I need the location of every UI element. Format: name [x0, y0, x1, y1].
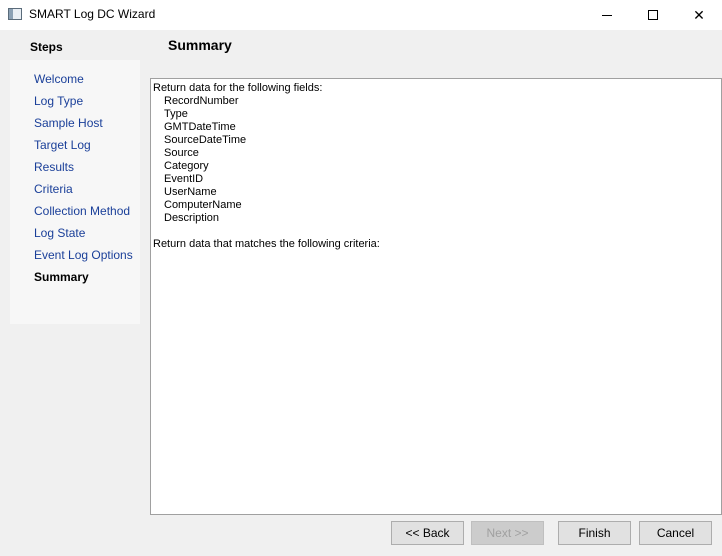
step-sample-host[interactable]: Sample Host: [34, 116, 103, 130]
steps-sidebar: Steps Welcome Log Type Sample Host Targe…: [0, 30, 150, 556]
steps-list: Welcome Log Type Sample Host Target Log …: [10, 60, 140, 324]
step-log-type[interactable]: Log Type: [34, 94, 83, 108]
summary-text-area[interactable]: Return data for the following fields: Re…: [150, 78, 722, 515]
minimize-icon: [602, 14, 612, 16]
minimize-button[interactable]: [584, 0, 630, 30]
criteria-intro-text: Return data that matches the following c…: [153, 238, 380, 250]
back-button[interactable]: << Back: [391, 521, 464, 545]
page-title: Summary: [168, 37, 232, 53]
step-collection-method[interactable]: Collection Method: [34, 204, 130, 218]
field-item: Type: [164, 108, 188, 120]
close-icon: ✕: [693, 6, 705, 23]
next-button[interactable]: Next >>: [471, 521, 544, 545]
field-item: GMTDateTime: [164, 121, 236, 133]
title-bar: SMART Log DC Wizard ✕: [0, 0, 722, 30]
maximize-icon: [648, 10, 658, 20]
step-results[interactable]: Results: [34, 160, 74, 174]
field-item: SourceDateTime: [164, 134, 247, 146]
field-item: ComputerName: [164, 199, 242, 211]
cancel-button[interactable]: Cancel: [639, 521, 712, 545]
finish-button[interactable]: Finish: [558, 521, 631, 545]
steps-title: Steps: [30, 40, 63, 54]
step-target-log[interactable]: Target Log: [34, 138, 91, 152]
page-header: Summary: [150, 30, 722, 78]
field-item: Description: [164, 212, 220, 224]
step-criteria[interactable]: Criteria: [34, 182, 73, 196]
step-log-state[interactable]: Log State: [34, 226, 85, 240]
field-item: Source: [164, 147, 199, 159]
step-event-log-options[interactable]: Event Log Options: [34, 248, 133, 262]
fields-intro-text: Return data for the following fields:: [153, 82, 323, 94]
maximize-button[interactable]: [630, 0, 676, 30]
app-icon: [8, 8, 22, 20]
window-title: SMART Log DC Wizard: [29, 7, 156, 21]
step-summary-current: Summary: [34, 270, 89, 284]
close-button[interactable]: ✕: [676, 0, 722, 30]
field-item: Category: [164, 160, 209, 172]
step-welcome[interactable]: Welcome: [34, 72, 84, 86]
field-item: UserName: [164, 186, 217, 198]
field-item: RecordNumber: [164, 95, 239, 107]
field-item: EventID: [164, 173, 204, 185]
